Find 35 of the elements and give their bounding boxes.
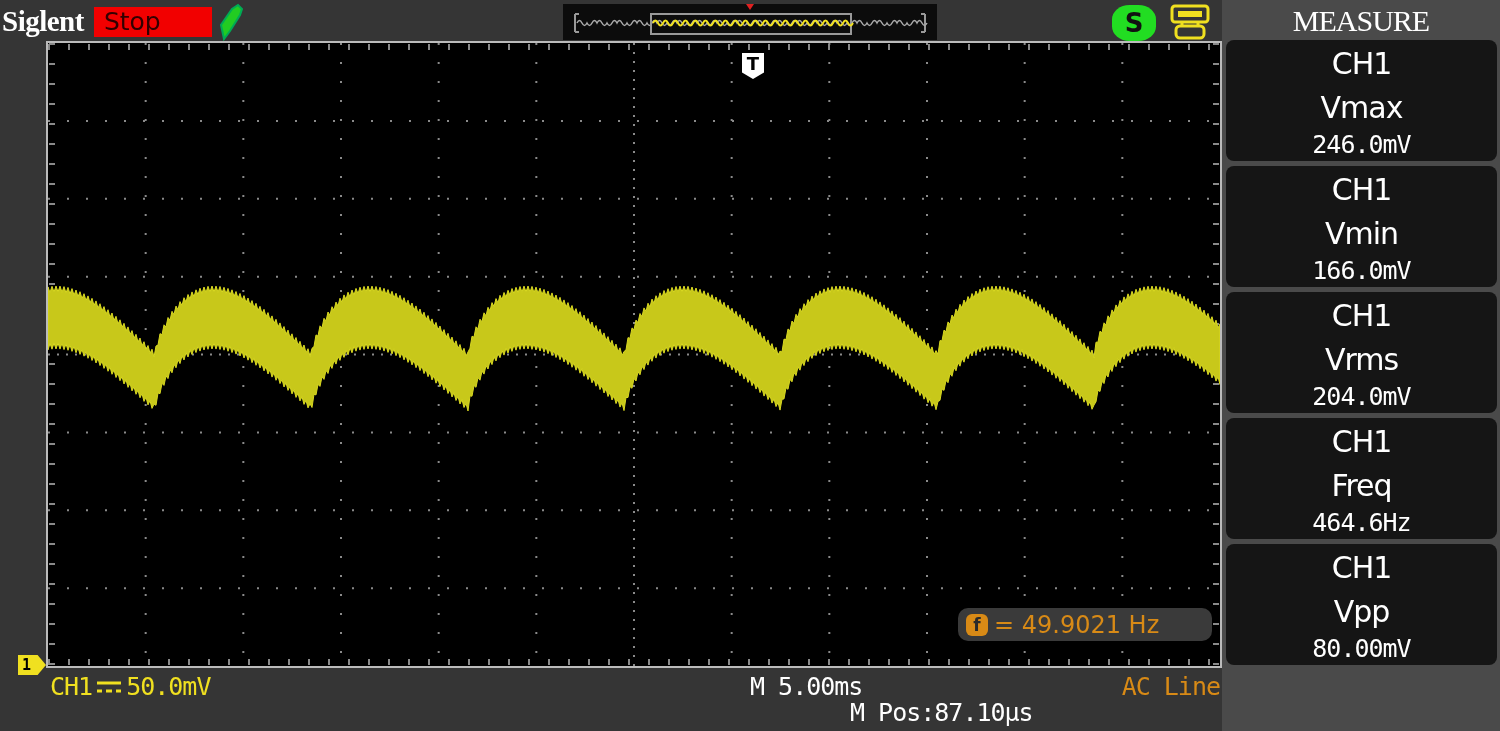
measurement-card[interactable]: CH1 Vmin 166.0mV [1226, 166, 1497, 287]
measurement-card[interactable]: CH1 Vpp 80.00mV [1226, 544, 1497, 665]
measurement-channel: CH1 [1331, 296, 1392, 335]
frequency-icon: f [966, 613, 988, 636]
measurement-card[interactable]: CH1 Vrms 204.0mV [1226, 292, 1497, 413]
measurement-channel: CH1 [1331, 170, 1392, 209]
status-icon: S [1112, 5, 1156, 41]
measurement-name: Vpp [1333, 592, 1390, 631]
trigger-source: AC Line [1121, 672, 1220, 701]
measurement-card[interactable]: CH1 Vmax 246.0mV [1226, 40, 1497, 161]
measurement-value: 204.0mV [1312, 381, 1411, 412]
measurement-name: Vmax [1320, 88, 1403, 127]
measurement-value: 246.0mV [1312, 129, 1411, 160]
measurement-value: 464.6Hz [1312, 507, 1411, 538]
run-state-indicator[interactable]: Stop [93, 6, 212, 37]
measurement-channel: CH1 [1331, 548, 1392, 587]
measurement-channel: CH1 [1331, 422, 1392, 461]
measurement-value: 80.00mV [1312, 633, 1411, 664]
brand-logo: Siglent [2, 5, 84, 38]
printer-icon [1168, 3, 1212, 41]
time-per-division: M 5.00ms [750, 672, 863, 701]
trigger-marker[interactable]: T [742, 53, 764, 79]
measurement-name: Vmin [1324, 214, 1399, 253]
menu-title: MEASURE [1291, 3, 1431, 38]
measurement-card[interactable]: CH1 Freq 464.6Hz [1226, 418, 1497, 539]
measurement-value: 166.0mV [1312, 255, 1411, 286]
volts-per-division: 50.0mV [126, 672, 211, 701]
measurement-name: Freq [1331, 466, 1392, 505]
channel-marker[interactable]: 1 [18, 655, 46, 675]
horizontal-position: M Pos:87.10µs [850, 698, 1033, 727]
measurement-name: Vrms [1324, 340, 1399, 379]
channel-label: CH1 [50, 672, 93, 701]
probe-icon [217, 2, 244, 41]
measurement-channel: CH1 [1331, 44, 1392, 83]
frequency-reading: = 49.9021 Hz [994, 610, 1160, 639]
